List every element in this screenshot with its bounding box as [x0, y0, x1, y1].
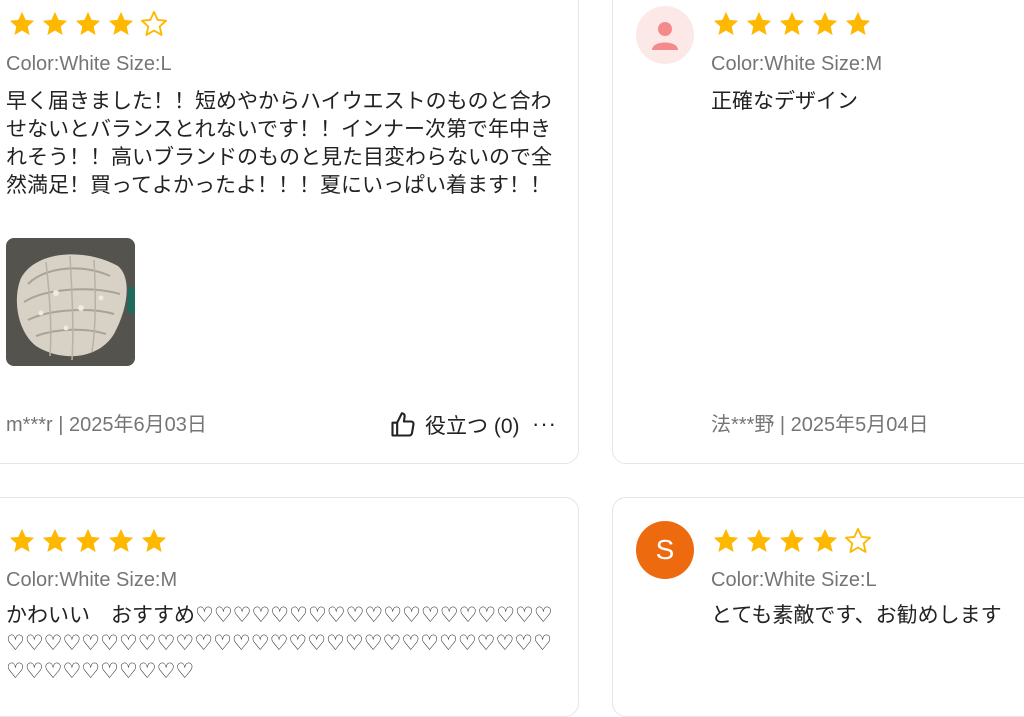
star-filled-icon [42, 11, 68, 35]
star-filled-icon [779, 528, 805, 552]
review-variant: Color:White Size:M [711, 53, 883, 75]
review-variant: Color:White Size:L [711, 569, 877, 591]
rating-stars [8, 527, 168, 555]
star-filled-icon [746, 11, 772, 35]
star-filled-icon [75, 11, 101, 35]
review-author-date: m***r | 2025年6月03日 [6, 414, 207, 436]
rating-stars [712, 10, 872, 38]
review-card: Color:White Size:M 正確なデザイン 法***野 | 2025年… [612, 0, 1024, 464]
rating-stars [8, 10, 168, 38]
helpful-button[interactable]: 役立つ (0) [389, 410, 520, 440]
star-empty-icon [844, 527, 872, 553]
review-text: 正確なデザイン [711, 90, 858, 113]
star-filled-icon [779, 11, 805, 35]
review-photo[interactable] [6, 238, 135, 366]
star-filled-icon [75, 528, 101, 552]
review-text: とても素敵です、お勧めします [711, 604, 1002, 627]
review-card: S Color:White Size:L とても素敵です、お勧めします [612, 497, 1024, 717]
star-filled-icon [746, 528, 772, 552]
star-filled-icon [108, 528, 134, 552]
star-filled-icon [812, 528, 838, 552]
review-card: Color:White Size:M かわいい おすすめ♡♡♡♡♡♡♡♡♡♡♡♡… [0, 497, 579, 717]
review-variant: Color:White Size:M [6, 569, 178, 591]
helpful-label: 役立つ (0) [425, 415, 520, 438]
star-empty-icon [140, 10, 168, 36]
review-card: Color:White Size:L 早く届きました！！短めやからハイウエストの… [0, 0, 579, 464]
review-photo-image [6, 238, 135, 366]
thumbs-up-icon [391, 412, 415, 437]
star-filled-icon [812, 11, 838, 35]
default-user-icon [636, 6, 694, 64]
star-filled-icon [108, 11, 134, 35]
star-filled-icon [9, 528, 35, 552]
rating-stars [712, 527, 872, 555]
user-avatar: S [636, 521, 694, 579]
more-options-icon[interactable]: ··· [532, 412, 557, 436]
review-author-date: 法***野 | 2025年5月04日 [711, 414, 929, 436]
review-variant: Color:White Size:L [6, 53, 172, 75]
review-text: かわいい おすすめ♡♡♡♡♡♡♡♡♡♡♡♡♡♡♡♡♡♡♡♡♡♡♡♡♡♡♡♡♡♡♡… [6, 604, 553, 683]
star-filled-icon [42, 528, 68, 552]
user-silhouette-icon [652, 22, 678, 50]
review-text: 早く届きました！！短めやからハイウエストのものと合わせないとバランスとれないです… [6, 90, 552, 197]
star-filled-icon [845, 11, 871, 35]
star-filled-icon [713, 528, 739, 552]
star-filled-icon [141, 528, 167, 552]
star-filled-icon [713, 11, 739, 35]
star-filled-icon [9, 11, 35, 35]
